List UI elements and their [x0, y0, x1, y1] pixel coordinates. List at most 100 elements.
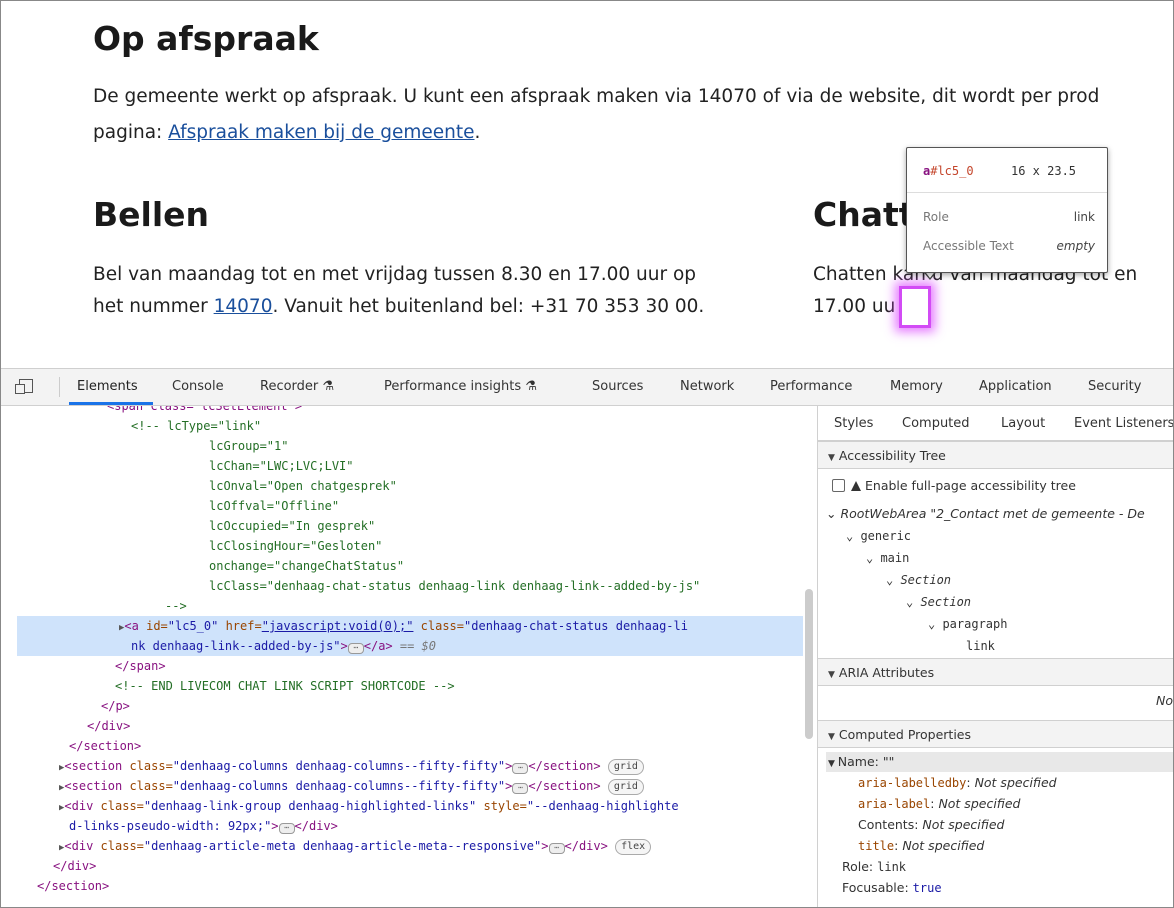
tree-node-section-2[interactable]: ⌄ Section [906, 592, 971, 612]
name-value: Name: "" [837, 754, 895, 769]
tab-memory[interactable]: Memory [890, 379, 943, 394]
aria-attributes-header[interactable]: ▼ ARIA Attributes [818, 658, 1173, 686]
prop-value: Not specified [902, 838, 985, 853]
tree-node-paragraph[interactable]: ⌄ paragraph [928, 614, 1007, 634]
accessibility-tree-header[interactable]: ▼ Accessibility Tree [818, 441, 1173, 469]
code-line[interactable]: lcChan="LWC;LVC;LVI" [209, 456, 354, 476]
devtools-tabbar: Elements Console Recorder ⚗ Performance … [1, 369, 1173, 406]
collapse-caret-icon: ▼ [828, 732, 835, 742]
code-line[interactable]: </div> [53, 856, 96, 876]
tooltip-id: #lc5_0 [930, 164, 974, 178]
tab-performance-insights[interactable]: Performance insights ⚗ [384, 379, 537, 394]
code-line[interactable]: <span class="lcSetElement"> [107, 406, 302, 416]
enable-full-tree-row[interactable]: Enable full-page accessibility tree [832, 476, 1076, 496]
tab-security[interactable]: Security [1088, 379, 1141, 394]
code-line[interactable]: lcClosingHour="Gesloten" [209, 536, 382, 556]
prop-aria-label: aria-label: Not specified [858, 796, 1021, 811]
code-line[interactable]: </section> [69, 736, 141, 756]
code-line[interactable]: --> [165, 596, 187, 616]
ellipsis-icon[interactable]: ⋯ [512, 783, 529, 794]
chat-heading: Chatt [813, 195, 915, 234]
tab-application[interactable]: Application [979, 379, 1052, 394]
prop-value: Not specified [922, 817, 1005, 832]
code-line[interactable]: lcOffval="Offline" [209, 496, 339, 516]
tab-recorder[interactable]: Recorder ⚗ [260, 379, 334, 394]
tree-label: generic [860, 529, 912, 543]
val-href-link[interactable]: "javascript:void(0);" [262, 619, 414, 633]
tag-open-end: > [541, 839, 549, 853]
chevron-down-icon: ⌄ [866, 551, 881, 565]
bellen-line-2: het nummer 14070. Vanuit het buitenland … [93, 291, 704, 323]
val-class: "denhaag-columns denhaag-columns--fifty-… [172, 759, 506, 773]
code-line[interactable]: </div> [87, 716, 130, 736]
prop-value: Not specified [938, 796, 1021, 811]
code-line-link-group-1[interactable]: ▶<div class="denhaag-link-group denhaag-… [59, 796, 679, 816]
tree-node-section-1[interactable]: ⌄ Section [886, 570, 951, 590]
grid-badge[interactable]: grid [607, 759, 644, 775]
code-line[interactable]: lcGroup="1" [209, 436, 288, 456]
tree-node-link[interactable]: link [966, 636, 995, 656]
tab-sources[interactable]: Sources [592, 379, 643, 394]
tab-computed[interactable]: Computed [902, 416, 970, 431]
tag-div: <div [64, 839, 94, 853]
code-line[interactable]: <!-- lcType="link" [131, 416, 261, 436]
tab-performance[interactable]: Performance [770, 379, 852, 394]
tag-section: <section [64, 759, 123, 773]
elements-scrollbar[interactable] [805, 589, 813, 739]
attr-id: id= [138, 619, 168, 633]
code-line[interactable]: lcClass="denhaag-chat-status denhaag-lin… [209, 576, 700, 596]
computed-properties-header[interactable]: ▼ Computed Properties [818, 720, 1173, 748]
tab-console[interactable]: Console [172, 379, 224, 394]
intro-suffix: . [474, 122, 481, 143]
tag-open-end: > [505, 779, 513, 793]
aria-no-attributes: No [1156, 693, 1173, 708]
tab-elements[interactable]: Elements [77, 379, 138, 394]
code-line[interactable]: </span> [115, 656, 166, 676]
attr-class: class= [122, 759, 173, 773]
tooltip-selector: a#lc5_0 [923, 164, 974, 178]
phone-link[interactable]: 14070 [214, 296, 273, 317]
tree-node-root[interactable]: ⌄ RootWebArea "2_Contact met de gemeente… [826, 504, 1145, 524]
flex-badge[interactable]: flex [615, 839, 652, 855]
ellipsis-icon[interactable]: ⋯ [548, 843, 565, 854]
selected-node-line-2[interactable]: nk denhaag-link--added-by-js"> ⋯ </a> == $… [131, 636, 436, 656]
code-line[interactable]: </p> [101, 696, 130, 716]
tab-event-listeners[interactable]: Event Listeners [1074, 416, 1173, 431]
grid-badge[interactable]: grid [607, 779, 644, 795]
elements-tree: <span class="lcSetElement"> <!-- lcType=… [1, 406, 803, 907]
ellipsis-icon[interactable]: ⋯ [512, 763, 529, 774]
tab-layout[interactable]: Layout [1001, 416, 1045, 431]
code-line-link-group-2[interactable]: d-links-pseudo-width: 92px;"> ⋯ </div> [69, 816, 338, 836]
checkbox-icon[interactable] [832, 479, 845, 492]
tag-section-close: </section> [528, 779, 601, 793]
code-line[interactable]: onchange="changeChatStatus" [209, 556, 404, 576]
tab-styles[interactable]: Styles [834, 416, 873, 431]
code-line-section-2[interactable]: ▶<section class="denhaag-columns denhaag… [59, 776, 644, 796]
sidebar-pane: Styles Computed Layout Event Listeners ▼… [818, 406, 1173, 907]
dock-icon[interactable] [15, 379, 33, 394]
tag-a-open-end: > [340, 639, 348, 653]
prop-contents: Contents: Not specified [858, 817, 1005, 832]
prop-key: Contents [858, 817, 915, 832]
chevron-down-icon: ⌄ [906, 595, 921, 609]
prop-key: Role: [842, 859, 878, 874]
code-line[interactable]: lcOccupied="In gesprek" [209, 516, 375, 536]
code-line-article-meta[interactable]: ▶<div class="denhaag-article-meta denhaa… [59, 836, 652, 856]
tab-network[interactable]: Network [680, 379, 734, 394]
tree-node-main[interactable]: ⌄ main [866, 548, 909, 568]
tree-node-generic[interactable]: ⌄ generic [846, 526, 911, 546]
code-line-section-1[interactable]: ▶<section class="denhaag-columns denhaag… [59, 756, 644, 776]
tooltip-divider [907, 192, 1107, 193]
val-class: "denhaag-article-meta denhaag-article-me… [143, 839, 542, 853]
code-line[interactable]: <!-- END LIVECOM CHAT LINK SCRIPT SHORTC… [115, 676, 455, 696]
code-line[interactable]: lcOnval="Open chatgesprek" [209, 476, 397, 496]
val-style-1: "--denhaag-highlighte [526, 799, 679, 813]
selected-node-line-1[interactable]: ▶<a id="lc5_0" href="javascript:void(0);… [119, 616, 688, 636]
collapse-caret-icon: ▼ [828, 453, 835, 463]
inspected-element-highlight[interactable] [899, 286, 931, 328]
computed-name-row[interactable]: ▼ Name: "" [828, 752, 894, 772]
appointment-link[interactable]: Afspraak maken bij de gemeente [168, 122, 474, 143]
code-line[interactable]: </section> [37, 876, 109, 896]
ellipsis-icon[interactable]: ⋯ [347, 643, 364, 654]
ellipsis-icon[interactable]: ⋯ [278, 823, 295, 834]
